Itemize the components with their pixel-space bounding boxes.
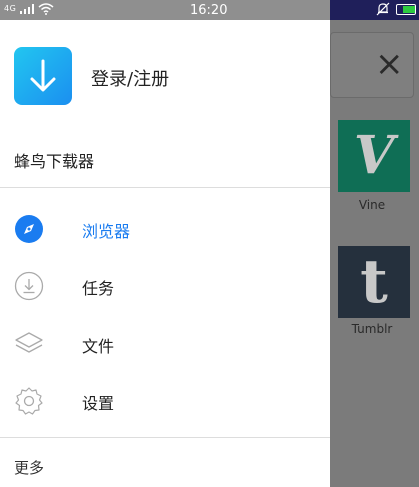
site-tile-vine[interactable]: V	[338, 120, 410, 192]
clock: 16:20	[190, 3, 228, 18]
menu-item-label: 文件	[82, 337, 115, 356]
download-icon	[14, 271, 44, 301]
app-logo[interactable]	[14, 47, 72, 105]
background-app: × V Vine t Tumblr	[330, 20, 419, 487]
wifi-icon	[38, 3, 54, 15]
search-box[interactable]: ×	[330, 32, 414, 98]
more-link[interactable]: 更多	[14, 457, 44, 478]
compass-icon	[15, 215, 43, 243]
download-arrow-icon	[30, 59, 56, 92]
vine-logo-icon: V	[353, 125, 395, 186]
gear-icon	[15, 387, 43, 415]
divider	[0, 187, 330, 188]
site-tile-label: Tumblr	[351, 322, 393, 336]
navigation-drawer: 登录/注册 蜂鸟下载器 浏览器 任务 文件 设置 更多	[0, 20, 330, 487]
menu-item-label: 任务	[82, 279, 115, 298]
close-icon[interactable]: ×	[375, 47, 404, 81]
layers-icon	[15, 332, 43, 353]
signal-icon	[20, 4, 35, 14]
menu-item-label: 设置	[82, 394, 115, 413]
status-left: 4G	[4, 3, 54, 15]
network-indicator: 4G	[4, 4, 17, 13]
menu-item-settings[interactable]: 设置	[0, 375, 330, 425]
site-tile-tumblr[interactable]: t	[338, 246, 410, 318]
login-register-link[interactable]: 登录/注册	[91, 65, 169, 91]
tumblr-logo-icon: t	[360, 247, 388, 317]
app-name: 蜂鸟下载器	[14, 152, 95, 171]
divider	[0, 437, 330, 438]
site-tile-label: Vine	[358, 198, 386, 212]
menu-item-tasks[interactable]: 任务	[0, 260, 330, 310]
status-bar: 4G 16:20	[0, 0, 419, 20]
menu-item-files[interactable]: 文件	[0, 318, 330, 368]
menu-item-browser[interactable]: 浏览器	[0, 203, 330, 253]
menu-item-label: 浏览器	[82, 222, 131, 241]
battery-icon	[396, 4, 416, 15]
bell-muted-icon	[376, 2, 390, 16]
